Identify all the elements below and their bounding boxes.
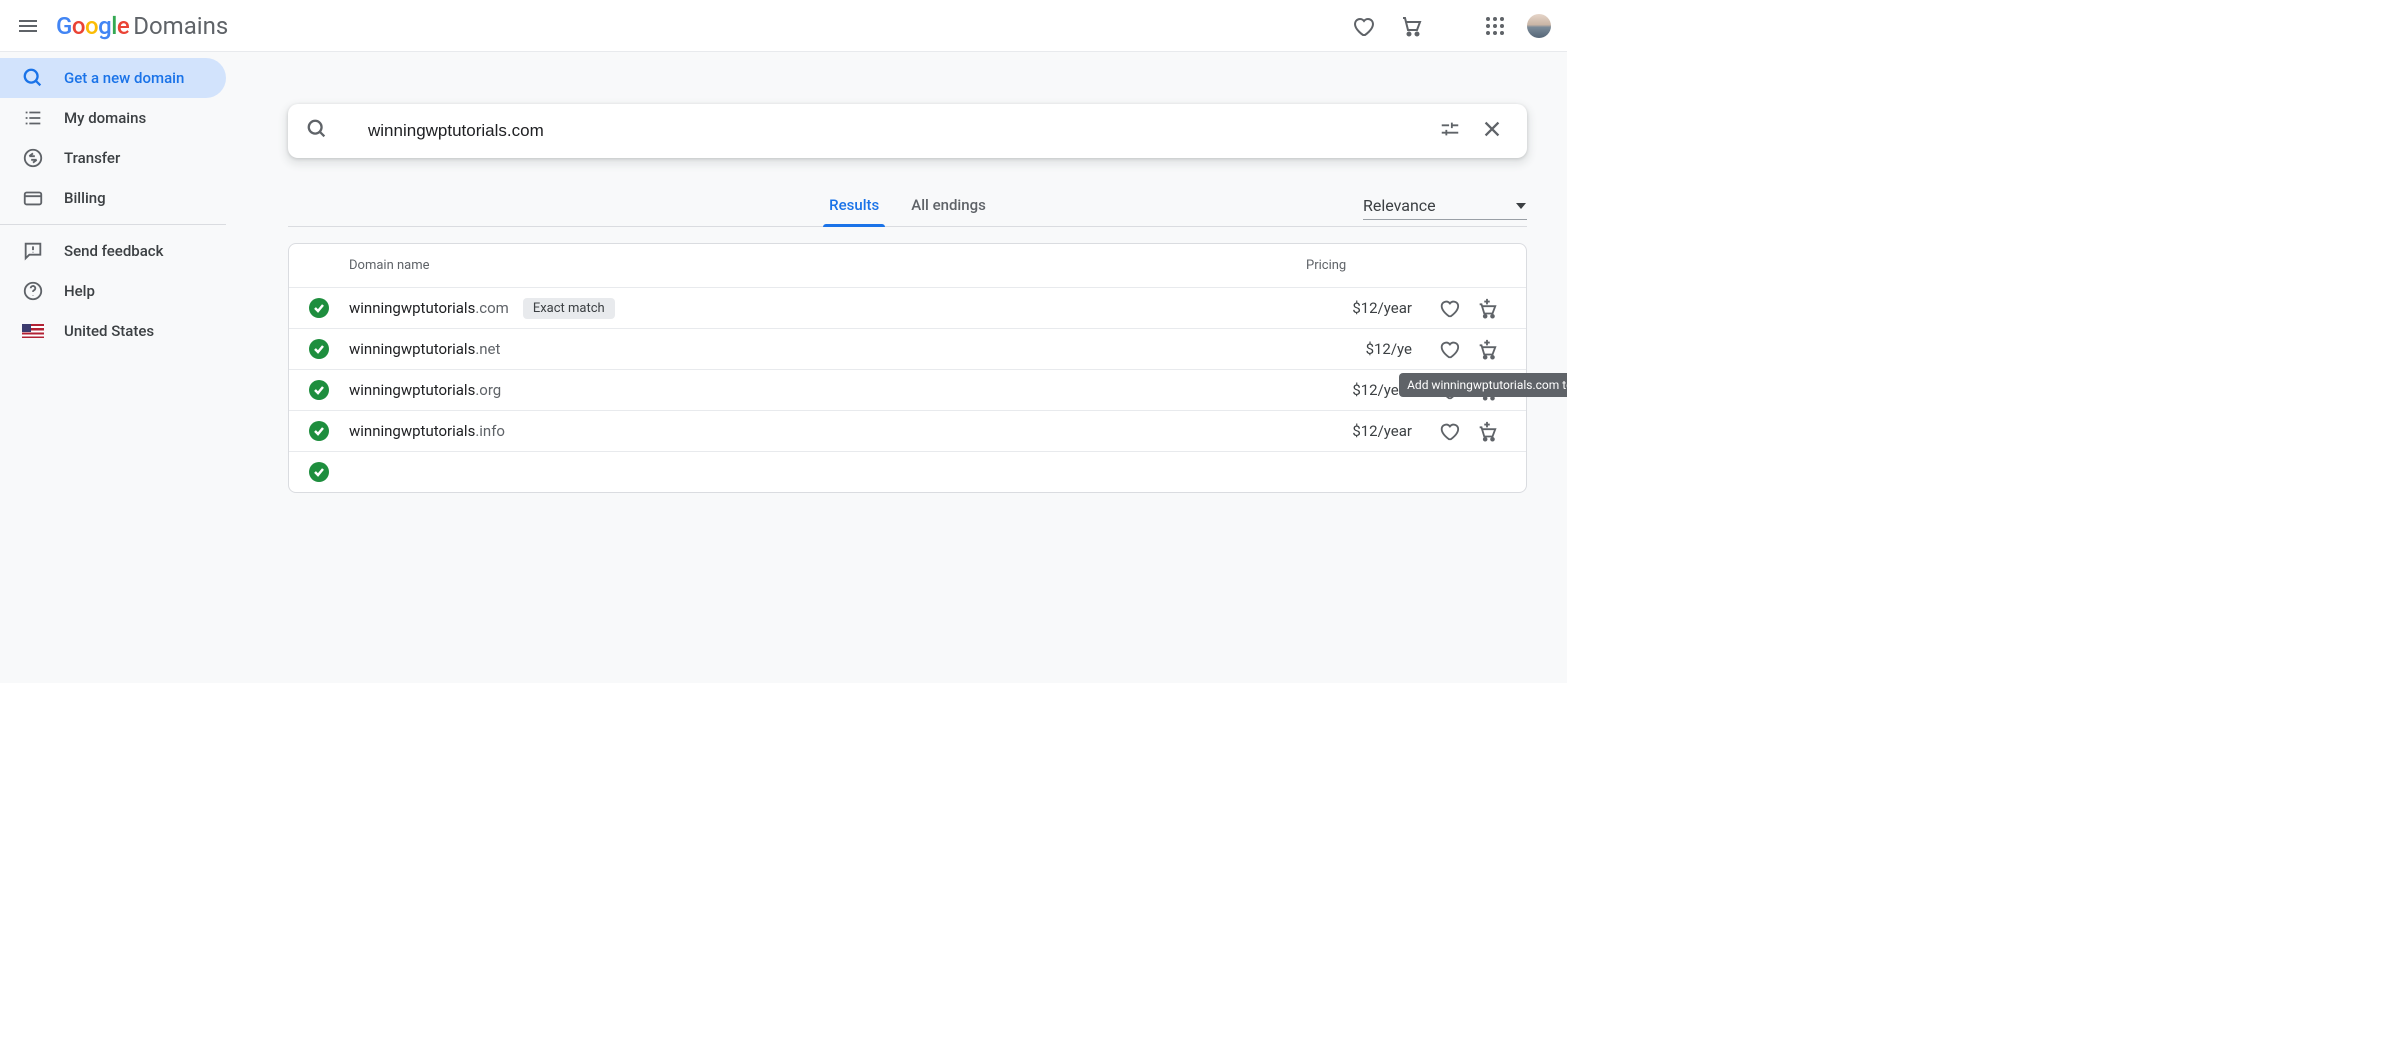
logo[interactable]: Google Domains xyxy=(56,12,228,40)
available-check-icon xyxy=(309,421,329,441)
table-row[interactable]: winningwptutorials.org $12/year xyxy=(289,369,1526,410)
results-table: Domain name Pricing winningwptutorials.c… xyxy=(288,243,1527,493)
add-to-cart-tooltip: Add winningwptutorials.com to cart xyxy=(1399,373,1567,397)
favorite-button[interactable] xyxy=(1434,334,1464,364)
sidebar-item-help[interactable]: Help xyxy=(0,271,226,311)
available-check-icon xyxy=(309,462,329,482)
cart-icon xyxy=(1399,14,1423,38)
filter-button[interactable] xyxy=(1433,112,1467,150)
price-text: $12/ye xyxy=(1366,340,1412,358)
available-check-icon xyxy=(309,298,329,318)
sidebar-item-billing[interactable]: Billing xyxy=(0,178,226,218)
list-icon xyxy=(20,105,46,131)
sidebar-item-label: United States xyxy=(64,322,154,340)
apps-button[interactable] xyxy=(1475,6,1515,46)
tune-icon xyxy=(1439,118,1461,140)
account-avatar[interactable] xyxy=(1527,14,1551,38)
tab-all-endings[interactable]: All endings xyxy=(895,186,1002,226)
exact-match-badge: Exact match xyxy=(523,298,615,319)
table-row[interactable] xyxy=(289,451,1526,492)
domain-name-text: winningwptutorials.com xyxy=(349,299,509,317)
sidebar-item-label: Get a new domain xyxy=(64,69,184,87)
cart-button[interactable] xyxy=(1391,6,1431,46)
divider xyxy=(0,224,226,225)
favorite-button[interactable] xyxy=(1434,416,1464,446)
sidebar-item-country[interactable]: United States xyxy=(0,311,226,351)
apps-grid-icon xyxy=(1485,16,1505,36)
available-check-icon xyxy=(309,380,329,400)
heart-icon xyxy=(1438,420,1460,442)
sidebar-item-get-domain[interactable]: Get a new domain xyxy=(0,58,226,98)
search-icon xyxy=(20,65,46,91)
heart-icon xyxy=(1438,297,1460,319)
table-row[interactable]: winningwptutorials.com Exact match $12/y… xyxy=(289,287,1526,328)
sidebar-item-label: Send feedback xyxy=(64,242,163,260)
favorite-button[interactable] xyxy=(1434,293,1464,323)
favorites-button[interactable] xyxy=(1343,6,1383,46)
price-text: $12/year xyxy=(1352,422,1412,440)
available-check-icon xyxy=(309,339,329,359)
dropdown-arrow-icon xyxy=(1515,200,1527,212)
add-cart-icon xyxy=(1476,420,1498,442)
domain-search-input[interactable] xyxy=(368,121,1425,141)
sidebar-item-label: Transfer xyxy=(64,149,120,167)
table-row[interactable]: winningwptutorials.net $12/ye xyxy=(289,328,1526,369)
hamburger-icon xyxy=(16,14,40,38)
price-text: $12/year xyxy=(1352,299,1412,317)
sort-label: Relevance xyxy=(1363,196,1436,215)
product-name: Domains xyxy=(133,12,228,40)
clear-button[interactable] xyxy=(1475,112,1509,150)
menu-button[interactable] xyxy=(12,10,44,42)
column-domain-name: Domain name xyxy=(289,258,1306,273)
tab-results[interactable]: Results xyxy=(813,186,895,226)
sidebar: Get a new domain My domains Transfer Bil… xyxy=(0,52,226,683)
sidebar-item-label: Billing xyxy=(64,189,106,207)
sidebar-item-transfer[interactable]: Transfer xyxy=(0,138,226,178)
sidebar-item-label: My domains xyxy=(64,109,146,127)
column-pricing: Pricing xyxy=(1306,258,1526,273)
domain-search-box xyxy=(288,104,1527,158)
us-flag-icon xyxy=(20,318,46,344)
add-to-cart-button[interactable] xyxy=(1472,293,1502,323)
sidebar-item-label: Help xyxy=(64,282,95,300)
domain-name-text: winningwptutorials.net xyxy=(349,340,500,358)
google-logo: Google xyxy=(56,12,129,40)
transfer-icon xyxy=(20,145,46,171)
table-row[interactable]: winningwptutorials.info $12/year xyxy=(289,410,1526,451)
sort-dropdown[interactable]: Relevance xyxy=(1363,192,1527,220)
sidebar-item-my-domains[interactable]: My domains xyxy=(0,98,226,138)
search-icon xyxy=(306,118,328,144)
help-icon xyxy=(20,278,46,304)
add-cart-icon xyxy=(1476,338,1498,360)
add-to-cart-button[interactable] xyxy=(1472,334,1502,364)
feedback-icon xyxy=(20,238,46,264)
add-to-cart-button[interactable] xyxy=(1472,416,1502,446)
heart-icon xyxy=(1351,14,1375,38)
domain-name-text: winningwptutorials.info xyxy=(349,422,505,440)
credit-card-icon xyxy=(20,185,46,211)
close-icon xyxy=(1481,118,1503,140)
domain-name-text: winningwptutorials.org xyxy=(349,381,501,399)
add-cart-icon xyxy=(1476,297,1498,319)
sidebar-item-feedback[interactable]: Send feedback xyxy=(0,231,226,271)
heart-icon xyxy=(1438,338,1460,360)
